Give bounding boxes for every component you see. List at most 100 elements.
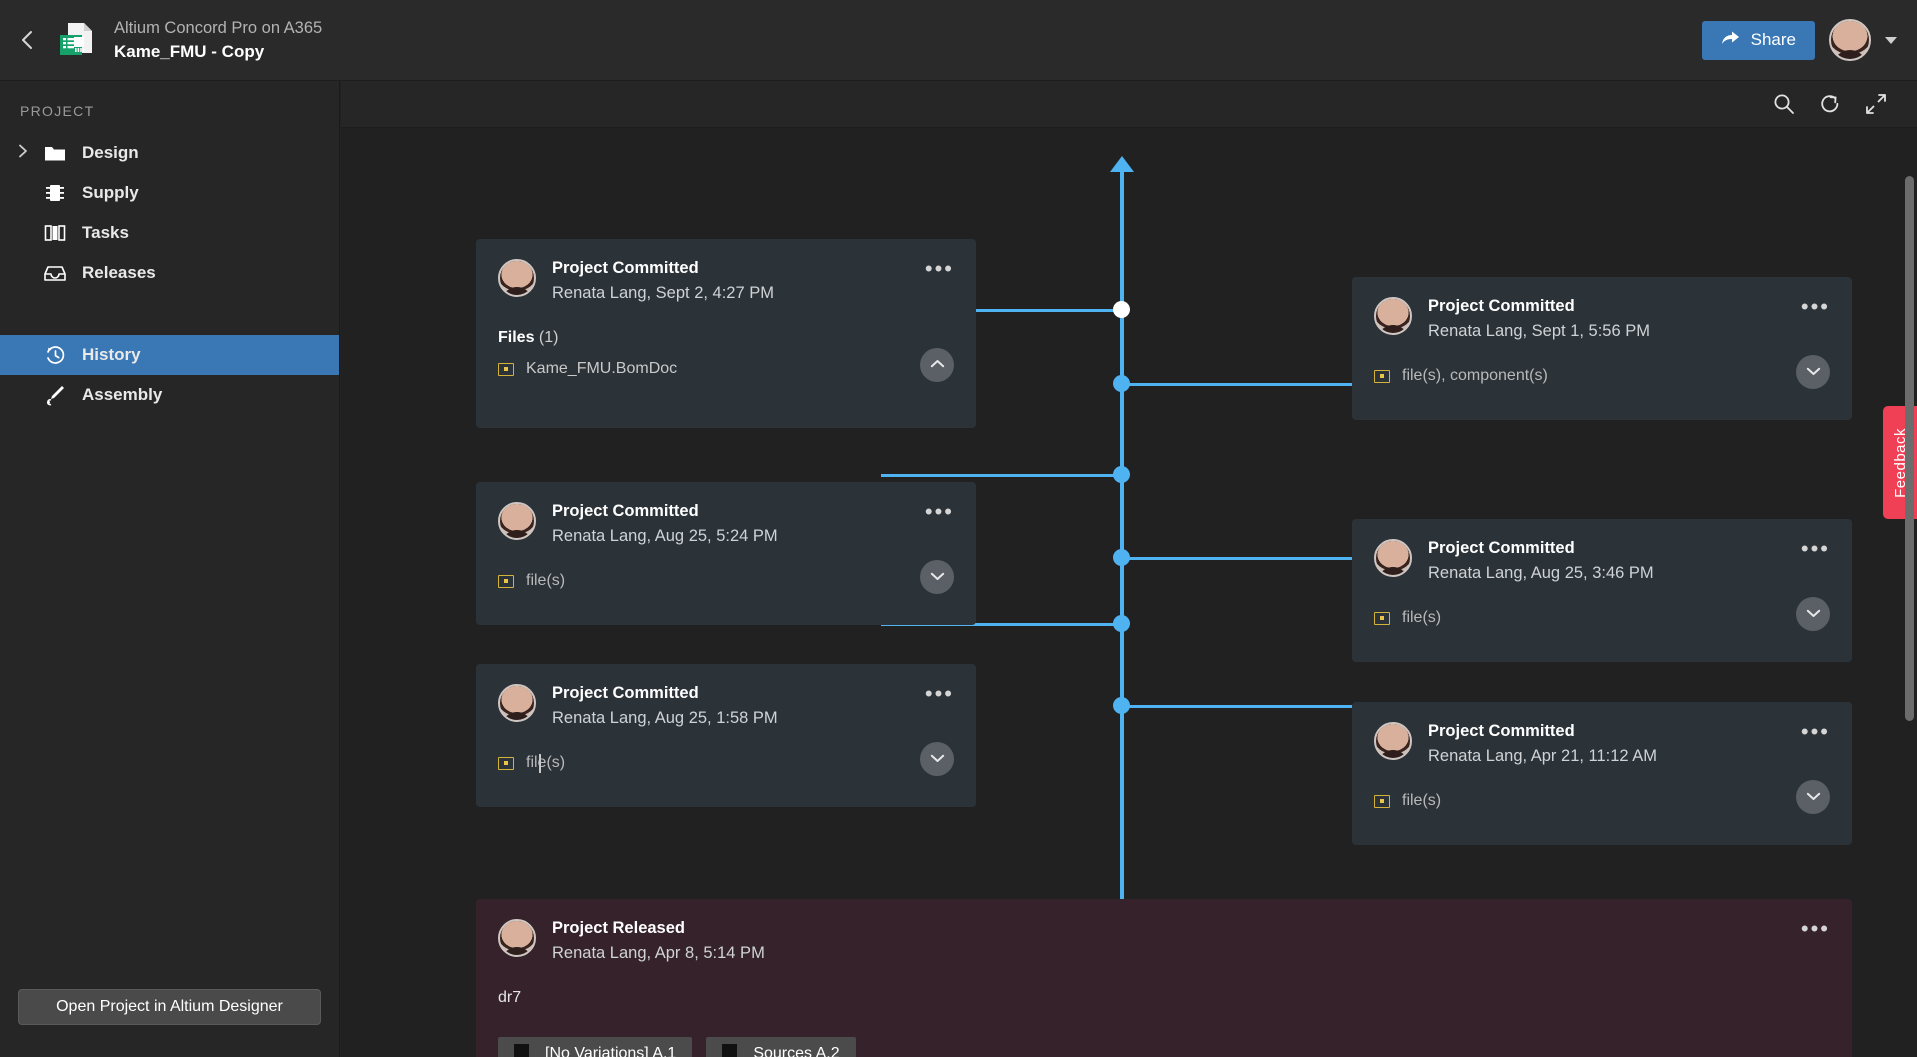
card-meta: Renata Lang, Aug 25, 5:24 PM	[552, 526, 778, 545]
avatar[interactable]	[1829, 19, 1871, 61]
more-options-icon[interactable]: •••	[925, 683, 954, 705]
sidebar-item-tasks[interactable]: Tasks	[0, 213, 339, 253]
more-options-icon[interactable]: •••	[1801, 296, 1830, 318]
history-timeline: Project Committed Renata Lang, Sept 2, 4…	[341, 129, 1917, 1057]
vertical-scrollbar[interactable]	[1905, 176, 1914, 721]
tag-label: Sources A.2	[753, 1044, 840, 1057]
sidebar-item-label: Assembly	[82, 385, 163, 404]
more-options-icon[interactable]: •••	[1801, 721, 1830, 743]
chevron-down-icon	[1806, 605, 1821, 623]
sidebar-item-label: Design	[82, 143, 139, 162]
card-summary: file(s), component(s)	[1374, 367, 1830, 385]
avatar	[1374, 539, 1412, 577]
timeline-card[interactable]: Project Committed Renata Lang, Apr 21, 1…	[1352, 702, 1852, 845]
timeline-node[interactable]	[1113, 466, 1130, 483]
chevron-right-icon[interactable]	[18, 143, 30, 163]
sidebar-item-releases[interactable]: Releases	[0, 253, 339, 293]
sidebar-item-label: History	[82, 345, 141, 364]
expand-icon[interactable]	[1865, 93, 1887, 115]
card-title: Project Committed	[1428, 539, 1575, 557]
more-options-icon[interactable]: •••	[1801, 538, 1830, 560]
avatar	[498, 502, 536, 540]
inbox-icon	[42, 262, 68, 284]
tag-swatch-icon	[514, 1044, 529, 1057]
sidebar-item-design[interactable]: Design	[0, 133, 339, 173]
timeline-connector	[1120, 705, 1352, 708]
timeline-connector	[881, 474, 1122, 477]
timeline-node[interactable]	[1113, 697, 1130, 714]
card-header: Project Committed Renata Lang, Apr 21, 1…	[1374, 721, 1830, 766]
card-summary: file(s)	[1374, 609, 1830, 627]
sidebar-item-label: Supply	[82, 183, 139, 202]
open-project-button[interactable]: Open Project in Altium Designer	[18, 989, 321, 1025]
tag-swatch-icon	[722, 1044, 738, 1057]
timeline-node[interactable]	[1113, 615, 1130, 632]
card-summary: file(s)	[1374, 792, 1830, 810]
avatar	[498, 919, 536, 957]
avatar	[1374, 722, 1412, 760]
card-header: Project Committed Renata Lang, Aug 25, 1…	[498, 683, 954, 728]
summary-text: file(s)	[1402, 792, 1442, 810]
timeline-card[interactable]: Project Committed Renata Lang, Sept 1, 5…	[1352, 277, 1852, 420]
top-bar: Altium Concord Pro on A365 Kame_FMU - Co…	[0, 0, 1917, 81]
more-options-icon[interactable]: •••	[1801, 918, 1830, 940]
release-tags: [No Variations] A.1 Sources A.2	[498, 1037, 1830, 1057]
card-meta: Renata Lang, Sept 1, 5:56 PM	[1428, 321, 1650, 340]
search-icon[interactable]	[1773, 93, 1795, 115]
summary-text: file(s)	[526, 754, 566, 772]
card-meta: Renata Lang, Apr 8, 5:14 PM	[552, 943, 765, 962]
timeline-connector	[1120, 383, 1352, 386]
files-count: (1)	[538, 329, 559, 347]
top-bar-actions: Share	[1701, 19, 1917, 61]
card-header: Project Committed Renata Lang, Sept 1, 5…	[1374, 296, 1830, 341]
timeline-node[interactable]	[1113, 301, 1130, 318]
more-options-icon[interactable]: •••	[925, 501, 954, 523]
timeline-card-released[interactable]: Project Released Renata Lang, Apr 8, 5:1…	[476, 899, 1852, 1057]
share-button-label: Share	[1750, 30, 1796, 49]
card-title: Project Committed	[1428, 722, 1575, 740]
card-title: Project Released	[552, 919, 685, 937]
timeline-arrow-icon	[1110, 156, 1134, 172]
sidebar-item-history[interactable]: History	[0, 335, 339, 375]
card-summary: file(s)	[498, 572, 954, 590]
card-body: file(s)	[1374, 597, 1830, 632]
chevron-up-icon	[930, 356, 945, 374]
file-name: Kame_FMU.BomDoc	[526, 360, 678, 378]
timeline-node[interactable]	[1113, 375, 1130, 392]
release-tag[interactable]: Sources A.2	[706, 1037, 856, 1057]
more-options-icon[interactable]: •••	[925, 258, 954, 280]
card-body: Files (1) Kame_FMU.BomDoc	[498, 329, 954, 383]
document-icon	[1374, 611, 1390, 625]
share-button[interactable]: Share	[1701, 20, 1815, 60]
card-header: Project Released Renata Lang, Apr 8, 5:1…	[498, 918, 1830, 963]
timeline-card[interactable]: Project Committed Renata Lang, Sept 2, 4…	[476, 239, 976, 428]
sidebar-section-label: PROJECT	[20, 103, 95, 119]
refresh-icon[interactable]	[1819, 93, 1841, 115]
document-icon	[498, 362, 514, 376]
chevron-down-icon[interactable]	[1885, 36, 1897, 44]
card-meta: Renata Lang, Aug 25, 1:58 PM	[552, 708, 778, 727]
summary-text: file(s)	[1402, 609, 1442, 627]
chevron-down-icon	[930, 750, 945, 768]
files-label: Files	[498, 329, 535, 347]
sidebar-item-supply[interactable]: Supply	[0, 173, 339, 213]
sidebar-item-label: Tasks	[82, 223, 129, 242]
timeline-card[interactable]: Project Committed Renata Lang, Aug 25, 1…	[476, 664, 976, 807]
soldering-iron-icon	[42, 384, 68, 406]
file-list-item[interactable]: Kame_FMU.BomDoc	[498, 360, 954, 378]
avatar	[498, 259, 536, 297]
sidebar-item-assembly[interactable]: Assembly	[0, 375, 339, 415]
avatar	[1374, 297, 1412, 335]
sidebar-item-label: Releases	[82, 263, 156, 282]
card-body: file(s)	[498, 742, 954, 777]
card-meta: Renata Lang, Sept 2, 4:27 PM	[552, 283, 774, 302]
timeline-card[interactable]: Project Committed Renata Lang, Aug 25, 3…	[1352, 519, 1852, 662]
document-icon	[498, 756, 514, 770]
card-title: Project Committed	[552, 684, 699, 702]
folder-icon	[42, 142, 68, 164]
timeline-node[interactable]	[1113, 549, 1130, 566]
back-button[interactable]	[0, 0, 54, 81]
timeline-card[interactable]: Project Committed Renata Lang, Aug 25, 5…	[476, 482, 976, 625]
document-icon	[1374, 794, 1390, 808]
release-tag[interactable]: [No Variations] A.1	[498, 1037, 693, 1057]
